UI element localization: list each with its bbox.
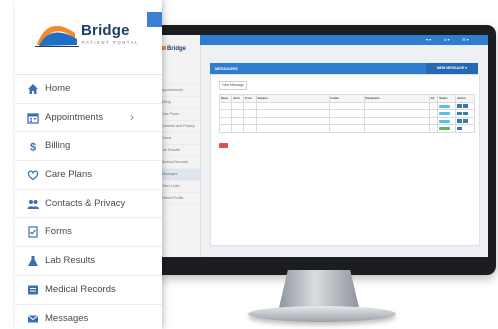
screen-nav-item[interactable]: Forms bbox=[158, 133, 200, 145]
sidebar-item-label: Home bbox=[45, 83, 71, 94]
sidebar-item-care-plans[interactable]: Care Plans bbox=[15, 161, 162, 190]
bridge-logo-icon bbox=[35, 25, 79, 47]
view-button[interactable] bbox=[456, 111, 462, 116]
sidebar-item-label: Care Plans bbox=[45, 169, 92, 181]
sidebar-item-forms[interactable]: Forms bbox=[15, 218, 162, 248]
portal-sidebar: Bridge PATIENT PORTAL Home Appointments … bbox=[15, 0, 162, 329]
screen-nav-item[interactable]: Appointments bbox=[158, 85, 200, 97]
sidebar-nav: Home Appointments › $ Billing Care Plans… bbox=[15, 75, 162, 329]
screen-nav-item[interactable]: Other Links bbox=[158, 181, 200, 193]
screen-nav-item[interactable]: Medical Records bbox=[158, 157, 200, 169]
screen-topbar: ▾ ▾ A ▾ ☰ ▾ bbox=[200, 35, 488, 45]
screen-nav-item[interactable] bbox=[158, 73, 200, 85]
table-header: From bbox=[242, 94, 257, 103]
brand-name: Bridge bbox=[81, 22, 130, 39]
screen-topbar-menu-a[interactable]: ▾ ▾ bbox=[426, 37, 431, 42]
chevron-right-icon: › bbox=[130, 109, 134, 124]
screen-nav: Appointments Billing Care Plans Contacts… bbox=[158, 73, 200, 205]
sidebar-header: Bridge PATIENT PORTAL bbox=[15, 0, 162, 75]
contacts-icon bbox=[27, 199, 39, 209]
screen-nav-item[interactable]: Care Plans bbox=[158, 109, 200, 121]
calendar-icon bbox=[27, 113, 39, 124]
view-button[interactable] bbox=[456, 104, 462, 108]
sidebar-item-label: Appointments bbox=[45, 111, 104, 123]
svg-text:$: $ bbox=[30, 142, 36, 153]
sidebar-item-contacts-privacy[interactable]: Contacts & Privacy bbox=[15, 190, 162, 219]
table-header: Sent bbox=[231, 94, 244, 103]
screen-delete-button[interactable] bbox=[219, 143, 228, 148]
screen-sidebar: Bridge Appointments Billing Care Plans C… bbox=[158, 35, 201, 257]
table-header: Att bbox=[428, 94, 439, 103]
screen-logo: Bridge bbox=[160, 46, 186, 52]
view-button[interactable] bbox=[456, 126, 462, 131]
sidebar-item-lab-results[interactable]: Lab Results bbox=[15, 247, 162, 276]
screen-messages-panel: New Message Read Sent From Subject Folde… bbox=[210, 74, 480, 246]
sidebar-item-messages[interactable]: Messages bbox=[15, 305, 162, 329]
screen-nav-item[interactable]: Contacts and Privacy bbox=[158, 121, 200, 133]
screen-topbar-menu-c[interactable]: ☰ ▾ bbox=[462, 37, 469, 42]
table-row[interactable] bbox=[218, 116, 476, 125]
status-badge bbox=[439, 104, 451, 108]
screen-topbar-menu-b[interactable]: A ▾ bbox=[444, 37, 450, 42]
table-header: Folder bbox=[328, 94, 365, 103]
sidebar-item-appointments[interactable]: Appointments › bbox=[15, 104, 162, 133]
table-header: Action bbox=[454, 94, 476, 103]
table-header: Status bbox=[437, 94, 456, 103]
screen-nav-item[interactable]: Billing bbox=[158, 97, 200, 109]
table-header: Read bbox=[218, 94, 233, 103]
sidebar-item-label: Messages bbox=[45, 312, 89, 324]
monitor-screen: Bridge Appointments Billing Care Plans C… bbox=[158, 35, 488, 257]
form-icon bbox=[28, 226, 38, 239]
dollar-icon: $ bbox=[30, 142, 36, 153]
sidebar-item-label: Lab Results bbox=[45, 255, 96, 267]
status-badge bbox=[439, 112, 451, 116]
status-badge bbox=[439, 127, 451, 131]
heart-icon bbox=[27, 170, 39, 181]
screen-nav-item-messages[interactable]: Messages bbox=[158, 169, 200, 181]
screen-nav-item[interactable]: Patient Profile bbox=[158, 193, 200, 205]
table-header: Subject bbox=[255, 94, 330, 103]
home-icon bbox=[28, 84, 38, 94]
sidebar-item-label: Billing bbox=[45, 140, 71, 152]
sidebar-item-label: Contacts & Privacy bbox=[45, 197, 126, 209]
table-header: Recipients bbox=[363, 94, 430, 103]
sidebar-item-label: Medical Records bbox=[45, 283, 116, 295]
sidebar-item-billing[interactable]: $ Billing bbox=[15, 132, 162, 162]
screen-messages-table: Read Sent From Subject Folder Recipients… bbox=[218, 94, 476, 133]
screen-new-message-button[interactable]: New Message bbox=[219, 81, 247, 90]
monitor-frame: Bridge Appointments Billing Care Plans C… bbox=[150, 25, 496, 275]
screen-page-header: MESSAGES NEW MESSAGE ▾ bbox=[210, 63, 478, 74]
delete-button[interactable] bbox=[462, 104, 468, 108]
delete-button[interactable] bbox=[462, 111, 468, 116]
flask-icon bbox=[28, 256, 38, 267]
sidebar-accent bbox=[147, 12, 162, 27]
brand-tagline: PATIENT PORTAL bbox=[82, 40, 139, 45]
delete-button[interactable] bbox=[462, 119, 468, 123]
screen-page-title: MESSAGES bbox=[215, 66, 238, 71]
screen-nav-item[interactable]: Lab Results bbox=[158, 145, 200, 157]
sidebar-item-medical-records[interactable]: Medical Records bbox=[15, 276, 162, 305]
status-badge bbox=[439, 119, 451, 123]
table-row[interactable] bbox=[218, 101, 476, 110]
view-button[interactable] bbox=[456, 119, 462, 123]
screen-header-button[interactable]: NEW MESSAGE ▾ bbox=[426, 63, 478, 74]
table-header-row: Read Sent From Subject Folder Recipients… bbox=[218, 94, 476, 103]
sidebar-item-home[interactable]: Home bbox=[15, 75, 162, 104]
envelope-icon bbox=[27, 314, 39, 322]
table-row[interactable] bbox=[218, 109, 476, 118]
records-icon bbox=[28, 285, 38, 295]
monitor-base bbox=[248, 306, 396, 322]
table-row[interactable] bbox=[218, 124, 476, 133]
sidebar-item-label: Forms bbox=[45, 226, 72, 238]
